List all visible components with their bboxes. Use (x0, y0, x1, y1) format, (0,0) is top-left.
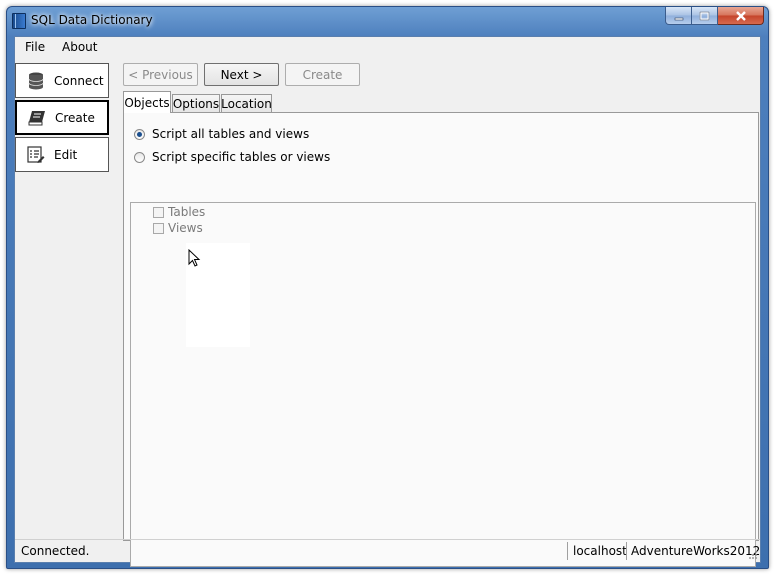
next-button[interactable]: Next > (204, 63, 279, 86)
app-window: SQL Data Dictionary File About Connect C… (6, 6, 769, 569)
tables-checkbox[interactable] (153, 206, 164, 218)
title-bar[interactable]: SQL Data Dictionary (7, 7, 768, 35)
tab-objects[interactable]: Objects (123, 91, 171, 113)
edit-label: Edit (54, 147, 78, 162)
status-server: localhost (573, 544, 627, 558)
connect-button[interactable]: Connect (15, 63, 109, 98)
status-message: Connected. (21, 544, 90, 558)
tree-item-tables[interactable]: Tables (153, 205, 205, 219)
book-app-icon (12, 13, 26, 29)
create-sidebar-button[interactable]: Create (15, 100, 109, 135)
views-label: Views (168, 221, 203, 235)
radio-script-specific-label: Script specific tables or views (152, 150, 331, 164)
menu-about[interactable]: About (62, 40, 97, 54)
minimize-button[interactable] (665, 7, 692, 25)
status-divider (626, 542, 627, 560)
objects-tree[interactable]: Tables Views (130, 202, 756, 567)
close-button[interactable] (718, 7, 764, 25)
status-database: AdventureWorks2012 (631, 544, 761, 558)
caption-buttons (665, 7, 764, 27)
radio-button-unchecked (134, 151, 145, 163)
list-edit-icon (26, 145, 46, 165)
radio-script-specific[interactable]: Script specific tables or views (134, 150, 330, 164)
radio-script-all[interactable]: Script all tables and views (134, 127, 309, 141)
tables-label: Tables (168, 205, 206, 219)
views-checkbox[interactable] (153, 222, 164, 234)
tab-options[interactable]: Options (172, 94, 220, 113)
create-button[interactable]: Create (285, 63, 360, 86)
close-icon (735, 10, 746, 21)
menu-bar: File About (15, 37, 760, 59)
objects-tab-page: Script all tables and views Script speci… (123, 112, 759, 567)
client-area: File About Connect Create Edit < Previou… (14, 36, 761, 567)
resize-grip-icon[interactable] (748, 550, 758, 560)
window-title: SQL Data Dictionary (31, 13, 153, 27)
create-sidebar-label: Create (55, 110, 95, 125)
menu-file[interactable]: File (25, 40, 45, 54)
status-divider (567, 542, 568, 560)
tab-location[interactable]: Location (221, 94, 272, 113)
status-bar: Connected. localhost AdventureWorks2012 (15, 539, 760, 562)
radio-script-all-label: Script all tables and views (152, 127, 310, 141)
edit-button[interactable]: Edit (15, 137, 109, 172)
tree-item-views[interactable]: Views (153, 221, 203, 235)
database-icon (26, 71, 46, 91)
radio-button-checked (134, 128, 145, 140)
connect-label: Connect (54, 73, 104, 88)
minimize-icon (674, 17, 683, 20)
previous-button[interactable]: < Previous (123, 63, 198, 86)
mouse-pointer-icon (188, 249, 201, 267)
book-icon (27, 108, 47, 128)
maximize-button[interactable] (692, 7, 718, 25)
maximize-icon (699, 11, 710, 20)
